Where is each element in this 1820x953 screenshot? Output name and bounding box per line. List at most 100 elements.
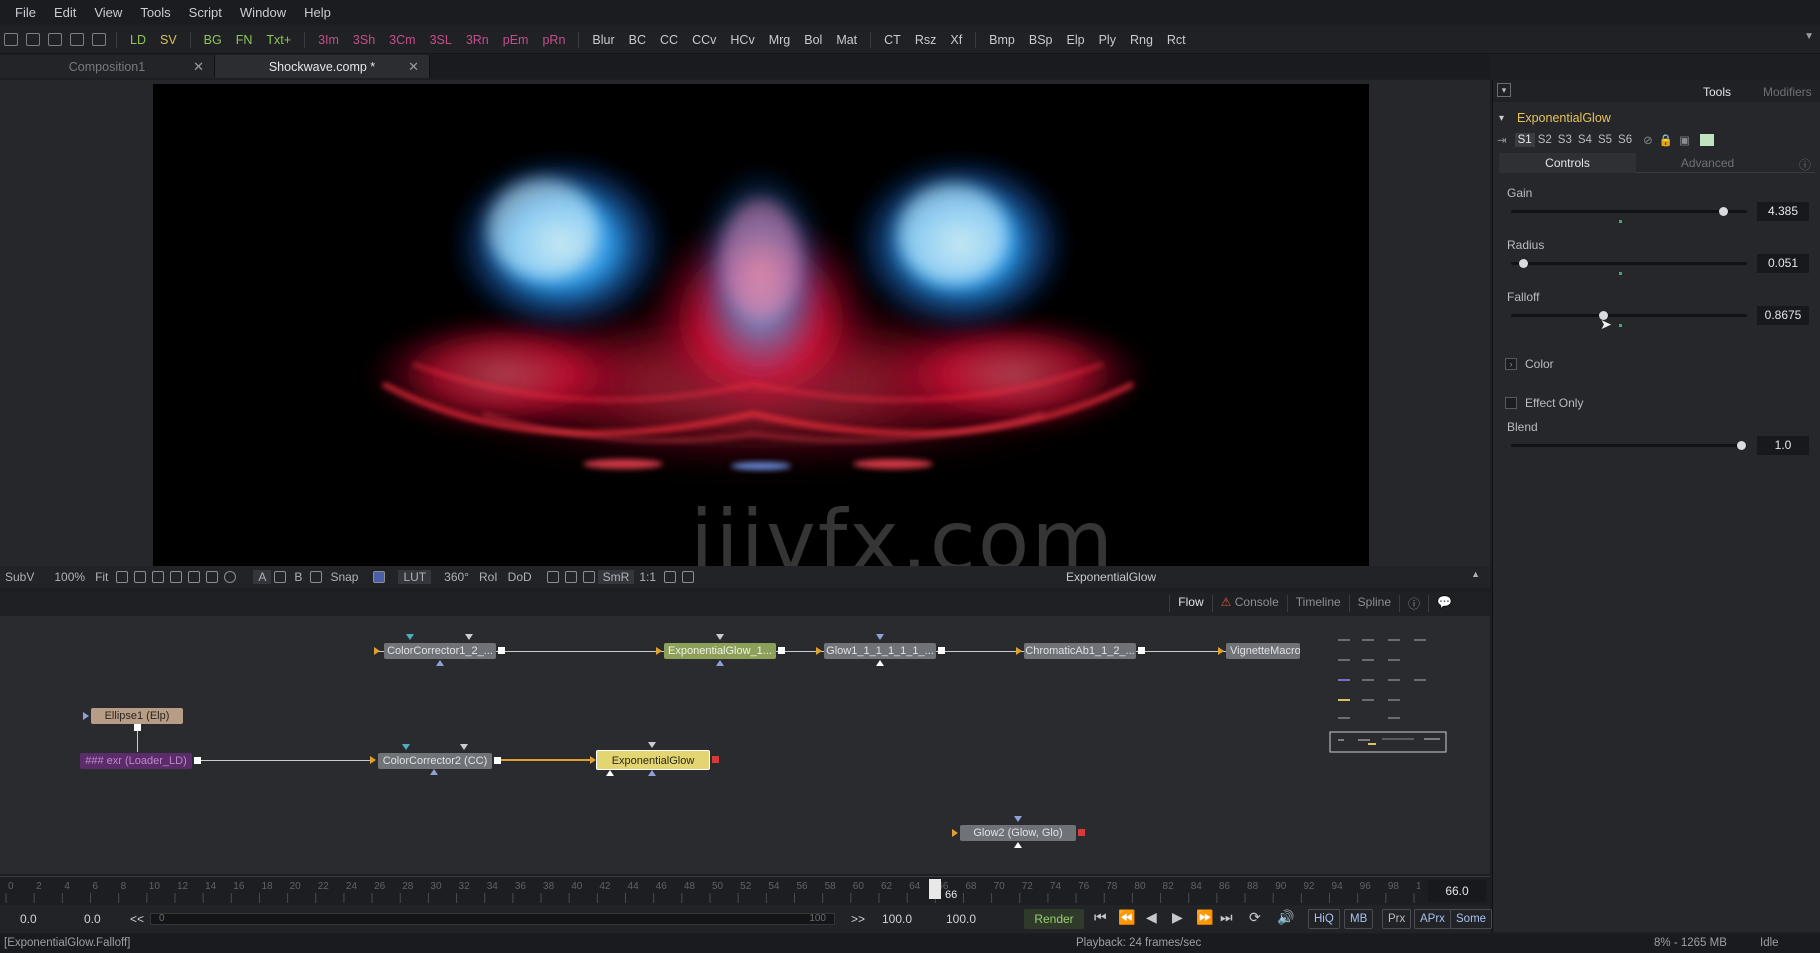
checkerboard-icon[interactable] <box>582 571 595 583</box>
mask-input-icon[interactable] <box>716 660 724 666</box>
grid-icon[interactable] <box>152 571 165 583</box>
bspline-tool-icon[interactable] <box>134 571 147 583</box>
time-ruler[interactable]: 0 2 4 6 8 10 12 14 16 18 20 22 24 26 28 30 32 34 36 38 40 42 4… <box>0 876 1490 904</box>
viewer-a-button[interactable]: A <box>253 570 272 584</box>
mask-input-icon[interactable] <box>1014 842 1022 848</box>
chevron-down-icon[interactable]: ▼ <box>1804 31 1814 42</box>
tool-button-mat[interactable]: Mat <box>829 33 864 47</box>
go-to-end-icon[interactable]: ⏭ <box>1220 909 1233 926</box>
hiq-button[interactable]: HiQ <box>1308 909 1340 929</box>
dod-button[interactable]: DoD <box>503 570 537 584</box>
step-forward-icon[interactable]: ⏩ <box>1196 909 1213 926</box>
loop-icon[interactable]: ⟳ <box>1249 909 1261 926</box>
menu-script[interactable]: Script <box>180 5 231 20</box>
node-glow1[interactable]: Glow1_1_1_1_1_1_... <box>824 643 936 659</box>
gain-slider[interactable] <box>1511 207 1747 216</box>
tab-shockwave[interactable]: Shockwave.comp * ✕ <box>215 55 430 78</box>
radius-slider-handle[interactable] <box>1519 259 1528 268</box>
tab-console[interactable]: ⚠ Console <box>1211 595 1287 612</box>
layout-icon[interactable] <box>70 33 84 46</box>
radius-slider[interactable] <box>1511 259 1747 268</box>
tool-button-ct[interactable]: CT <box>877 33 908 47</box>
tool-button-elp[interactable]: Elp <box>1060 33 1092 47</box>
info-icon[interactable]: ⓘ <box>1799 156 1811 173</box>
save-icon[interactable]: ▣ <box>1679 133 1690 147</box>
wand-icon[interactable] <box>188 571 201 583</box>
blend-input[interactable]: 1.0 <box>1757 436 1809 455</box>
tool-button-sv[interactable]: SV <box>153 33 184 47</box>
input-triangle-icon[interactable] <box>1014 816 1022 822</box>
lock-icon[interactable] <box>546 571 559 583</box>
input-triangle-icon[interactable] <box>460 744 468 750</box>
tool-button-xf[interactable]: Xf <box>943 33 969 47</box>
pin-icon[interactable]: ⇥ <box>1497 133 1507 147</box>
gain-input[interactable]: 4.385 <box>1757 202 1809 221</box>
node-colorcorrector1[interactable]: ColorCorrector1_2_... <box>384 643 496 659</box>
tool-button-cc[interactable]: CC <box>653 33 685 47</box>
input-triangle-icon[interactable] <box>406 634 414 640</box>
tool-button-mrg[interactable]: Mrg <box>762 33 798 47</box>
color-swatch-icon[interactable] <box>1699 134 1714 146</box>
render-button[interactable]: Render <box>1024 909 1084 929</box>
tool-button-3cm[interactable]: 3Cm <box>382 33 422 47</box>
falloff-slider[interactable] <box>1511 311 1747 320</box>
node-ellipse1[interactable]: Ellipse1 (Elp) <box>91 708 183 724</box>
radius-input[interactable]: 0.051 <box>1757 254 1809 273</box>
tool-button-bmp[interactable]: Bmp <box>982 33 1022 47</box>
checker-icon[interactable] <box>564 571 577 583</box>
prx-button[interactable]: Prx <box>1382 909 1412 929</box>
brush-icon[interactable] <box>170 571 183 583</box>
output-port[interactable] <box>194 757 201 764</box>
rectangle-tool-icon[interactable] <box>206 571 219 583</box>
snap-dropdown[interactable]: Snap <box>325 570 363 584</box>
gain-slider-handle[interactable] <box>1719 207 1728 216</box>
render-end-field[interactable]: 100.0 <box>882 912 912 926</box>
tab-composition1[interactable]: Composition1 ✕ <box>0 55 215 78</box>
ratio-button[interactable]: 1:1 <box>634 570 661 584</box>
smr-button[interactable]: SmR <box>597 570 635 584</box>
input-triangle-icon[interactable] <box>402 744 410 750</box>
layout-icon[interactable] <box>26 33 40 46</box>
audio-icon[interactable]: 🔊 <box>1277 909 1294 926</box>
comment-icon[interactable]: 💬 <box>1428 595 1460 612</box>
output-port[interactable] <box>1138 647 1145 654</box>
menu-edit[interactable]: Edit <box>45 5 85 20</box>
range-back-button[interactable]: << <box>130 912 144 926</box>
node-glow2[interactable]: Glow2 (Glow, Glo) <box>960 825 1076 841</box>
node-colorcorrector2[interactable]: ColorCorrector2 (CC) <box>378 753 492 769</box>
go-to-start-icon[interactable]: ⏮ <box>1094 909 1107 926</box>
histogram-icon[interactable] <box>664 571 677 583</box>
lock-icon[interactable]: 🔒 <box>1659 133 1673 147</box>
tool-button-rct[interactable]: Rct <box>1160 33 1193 47</box>
tool-button-bc[interactable]: BC <box>622 33 653 47</box>
tool-button-fn[interactable]: FN <box>229 33 260 47</box>
play-reverse-icon[interactable]: ◀ <box>1146 909 1157 926</box>
mb-button[interactable]: MB <box>1344 909 1374 929</box>
tool-name[interactable]: ExponentialGlow <box>1517 111 1611 125</box>
output-port[interactable] <box>494 757 501 764</box>
tool-button-pem[interactable]: pEm <box>496 33 536 47</box>
ab-swap-icon[interactable] <box>274 571 287 583</box>
output-port[interactable] <box>1078 829 1085 836</box>
output-port[interactable] <box>498 647 505 654</box>
slot-s3[interactable]: S3 <box>1555 133 1575 147</box>
tab-timeline[interactable]: Timeline <box>1286 595 1349 612</box>
output-port[interactable] <box>778 647 785 654</box>
tool-button-rsz[interactable]: Rsz <box>908 33 944 47</box>
tool-button-bg[interactable]: BG <box>197 33 229 47</box>
tool-button-3sh[interactable]: 3Sh <box>346 33 382 47</box>
tool-button-3rn[interactable]: 3Rn <box>459 33 496 47</box>
input-triangle-icon[interactable] <box>465 634 473 640</box>
link-icon[interactable] <box>310 571 323 583</box>
polyline-tool-icon[interactable] <box>116 571 129 583</box>
effect-only-checkbox[interactable] <box>1505 397 1517 409</box>
aprx-button[interactable]: APrx <box>1414 909 1451 929</box>
save-icon[interactable] <box>92 33 106 46</box>
angle-dropdown[interactable]: 360° <box>439 570 474 584</box>
input-triangle-icon[interactable] <box>648 742 656 748</box>
layout-icon[interactable] <box>4 33 18 46</box>
range-forward-button[interactable]: >> <box>851 912 865 926</box>
color-label[interactable]: Color <box>1525 357 1554 371</box>
render-start-field[interactable]: 0.0 <box>84 912 101 926</box>
tool-button-prn[interactable]: pRn <box>535 33 572 47</box>
